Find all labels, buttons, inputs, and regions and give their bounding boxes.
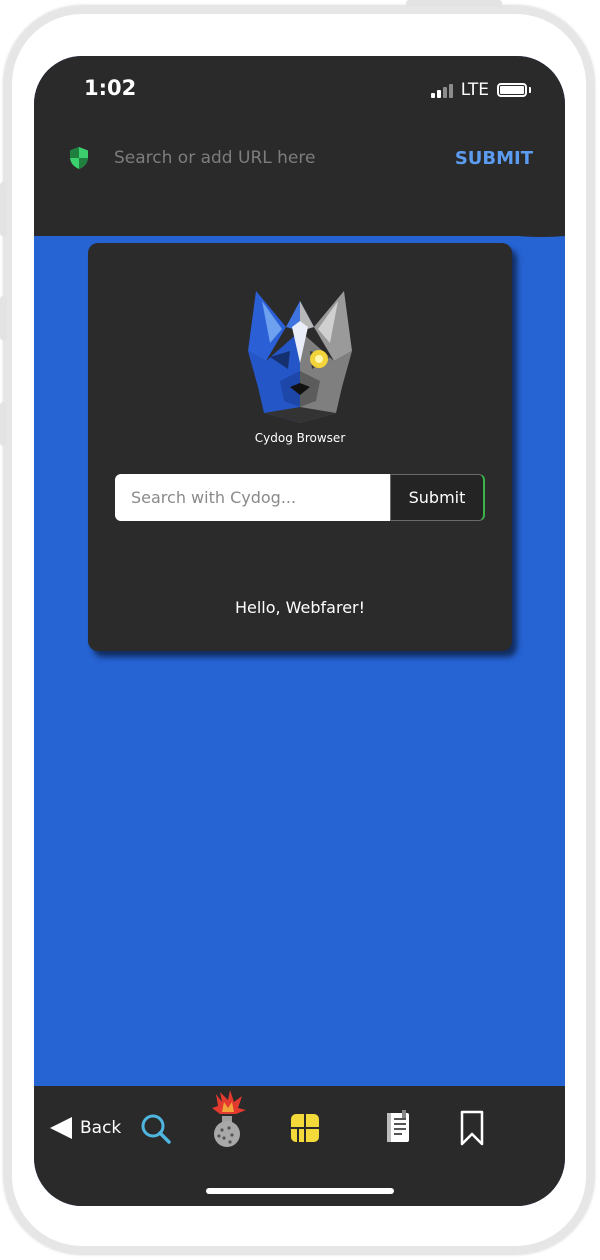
phone-top-button [406, 0, 502, 7]
notebook-icon[interactable] [384, 1110, 412, 1144]
greeting-text: Hello, Webfarer! [234, 598, 366, 617]
shield-icon [70, 147, 88, 169]
phone-side-button [0, 296, 7, 340]
bookmark-icon[interactable] [460, 1110, 484, 1146]
back-arrow-icon [50, 1117, 72, 1139]
home-indicator [206, 1188, 394, 1194]
logo-caption: Cydog Browser [254, 431, 346, 445]
phone-side-button [0, 182, 7, 236]
battery-icon [497, 83, 527, 97]
url-submit-button[interactable]: SUBMIT [455, 148, 533, 169]
url-bar: SUBMIT [68, 140, 533, 176]
tabs-grid-icon[interactable] [290, 1113, 320, 1143]
search-icon[interactable] [140, 1113, 172, 1145]
back-label: Back [80, 1118, 122, 1138]
back-button[interactable]: Back [48, 1116, 121, 1140]
status-time: 1:02 [84, 76, 137, 100]
search-submit-button[interactable]: Submit [390, 474, 485, 521]
home-card: Cydog Browser Submit Hello, Webfarer! [88, 243, 512, 651]
network-type: LTE [460, 80, 489, 100]
bottom-nav: Back [34, 1086, 565, 1206]
status-indicators: LTE [430, 80, 531, 100]
signal-icon [430, 82, 453, 98]
screen: 1:02 LTE SUBMIT [34, 56, 565, 1206]
phone-side-button [0, 402, 7, 446]
search-form: Submit [115, 474, 485, 521]
battery-tip [529, 87, 531, 93]
search-input[interactable] [115, 474, 390, 521]
cydog-logo-icon [248, 291, 352, 423]
bomb-icon[interactable] [208, 1088, 248, 1148]
url-input[interactable] [114, 148, 414, 168]
